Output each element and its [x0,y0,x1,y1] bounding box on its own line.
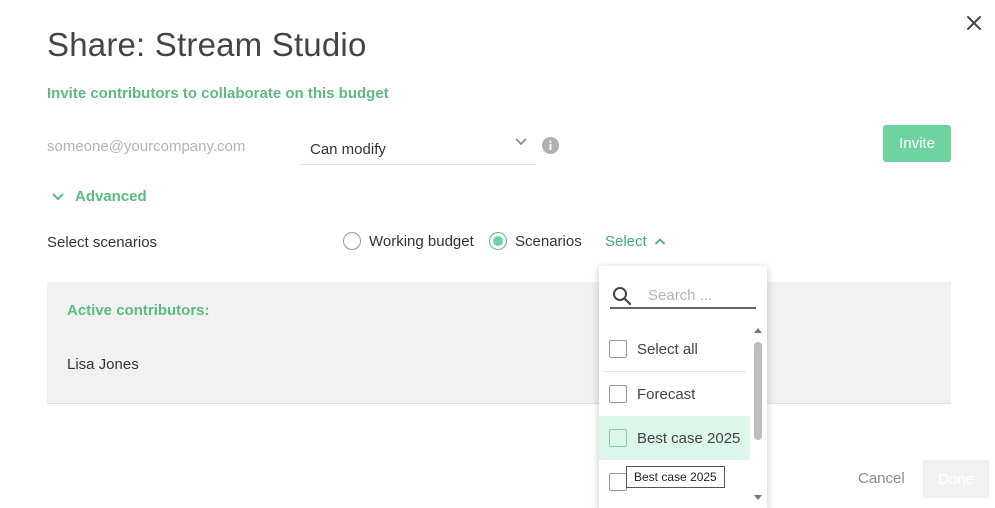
contributors-title: Active contributors: [67,302,210,319]
select-scenarios-dropdown-toggle[interactable]: Select [605,233,666,250]
select-label: Select [605,233,647,250]
radio-scenarios[interactable]: Scenarios [489,232,582,250]
dropdown-search-input[interactable] [648,285,752,305]
cancel-button[interactable]: Cancel [858,470,905,487]
active-contributors-panel: Active contributors: Lisa Jones [47,282,951,404]
dropdown-item-best-case-2025[interactable]: Best case 2025 [599,416,750,460]
radio-label: Scenarios [515,232,582,250]
select-scenarios-label: Select scenarios [47,234,158,251]
dropdown-item-forecast[interactable]: Forecast [599,372,750,416]
dropdown-item-select-all[interactable]: Select all [599,327,750,371]
chevron-up-icon [654,238,665,245]
dropdown-item-label: Select all [637,340,698,358]
contributor-name: Lisa Jones [67,356,139,373]
dropdown-scrollbar-thumb[interactable] [754,342,762,440]
search-icon [613,287,632,306]
advanced-toggle[interactable]: Advanced [51,188,147,205]
advanced-label: Advanced [75,188,147,205]
checkbox[interactable] [609,429,627,447]
info-icon[interactable] [542,137,559,154]
radio-circle [343,232,361,250]
invite-button[interactable]: Invite [883,125,951,162]
radio-circle [489,232,507,250]
dropdown-search [610,276,756,309]
permission-select[interactable]: Can modify [300,130,536,165]
permission-value: Can modify [310,141,386,158]
radio-label: Working budget [369,232,474,250]
tooltip: Best case 2025 [626,466,725,488]
scroll-down-arrow-icon[interactable] [753,494,763,502]
chevron-down-icon [515,138,527,146]
email-input[interactable] [47,134,297,158]
close-icon [967,16,981,30]
radio-working-budget[interactable]: Working budget [343,232,474,250]
scroll-up-arrow-icon[interactable] [753,326,763,334]
dialog-title: Share: Stream Studio [47,26,367,63]
dropdown-item-label: Best case 2025 [637,429,741,447]
done-button[interactable]: Done [923,460,989,498]
close-button[interactable] [963,12,985,34]
dialog-subtitle: Invite contributors to collaborate on th… [47,85,389,102]
checkbox[interactable] [609,385,627,403]
checkbox[interactable] [609,340,627,358]
dropdown-item-label: Forecast [637,385,696,403]
checkbox[interactable] [609,473,627,491]
chevron-down-icon [52,192,64,200]
